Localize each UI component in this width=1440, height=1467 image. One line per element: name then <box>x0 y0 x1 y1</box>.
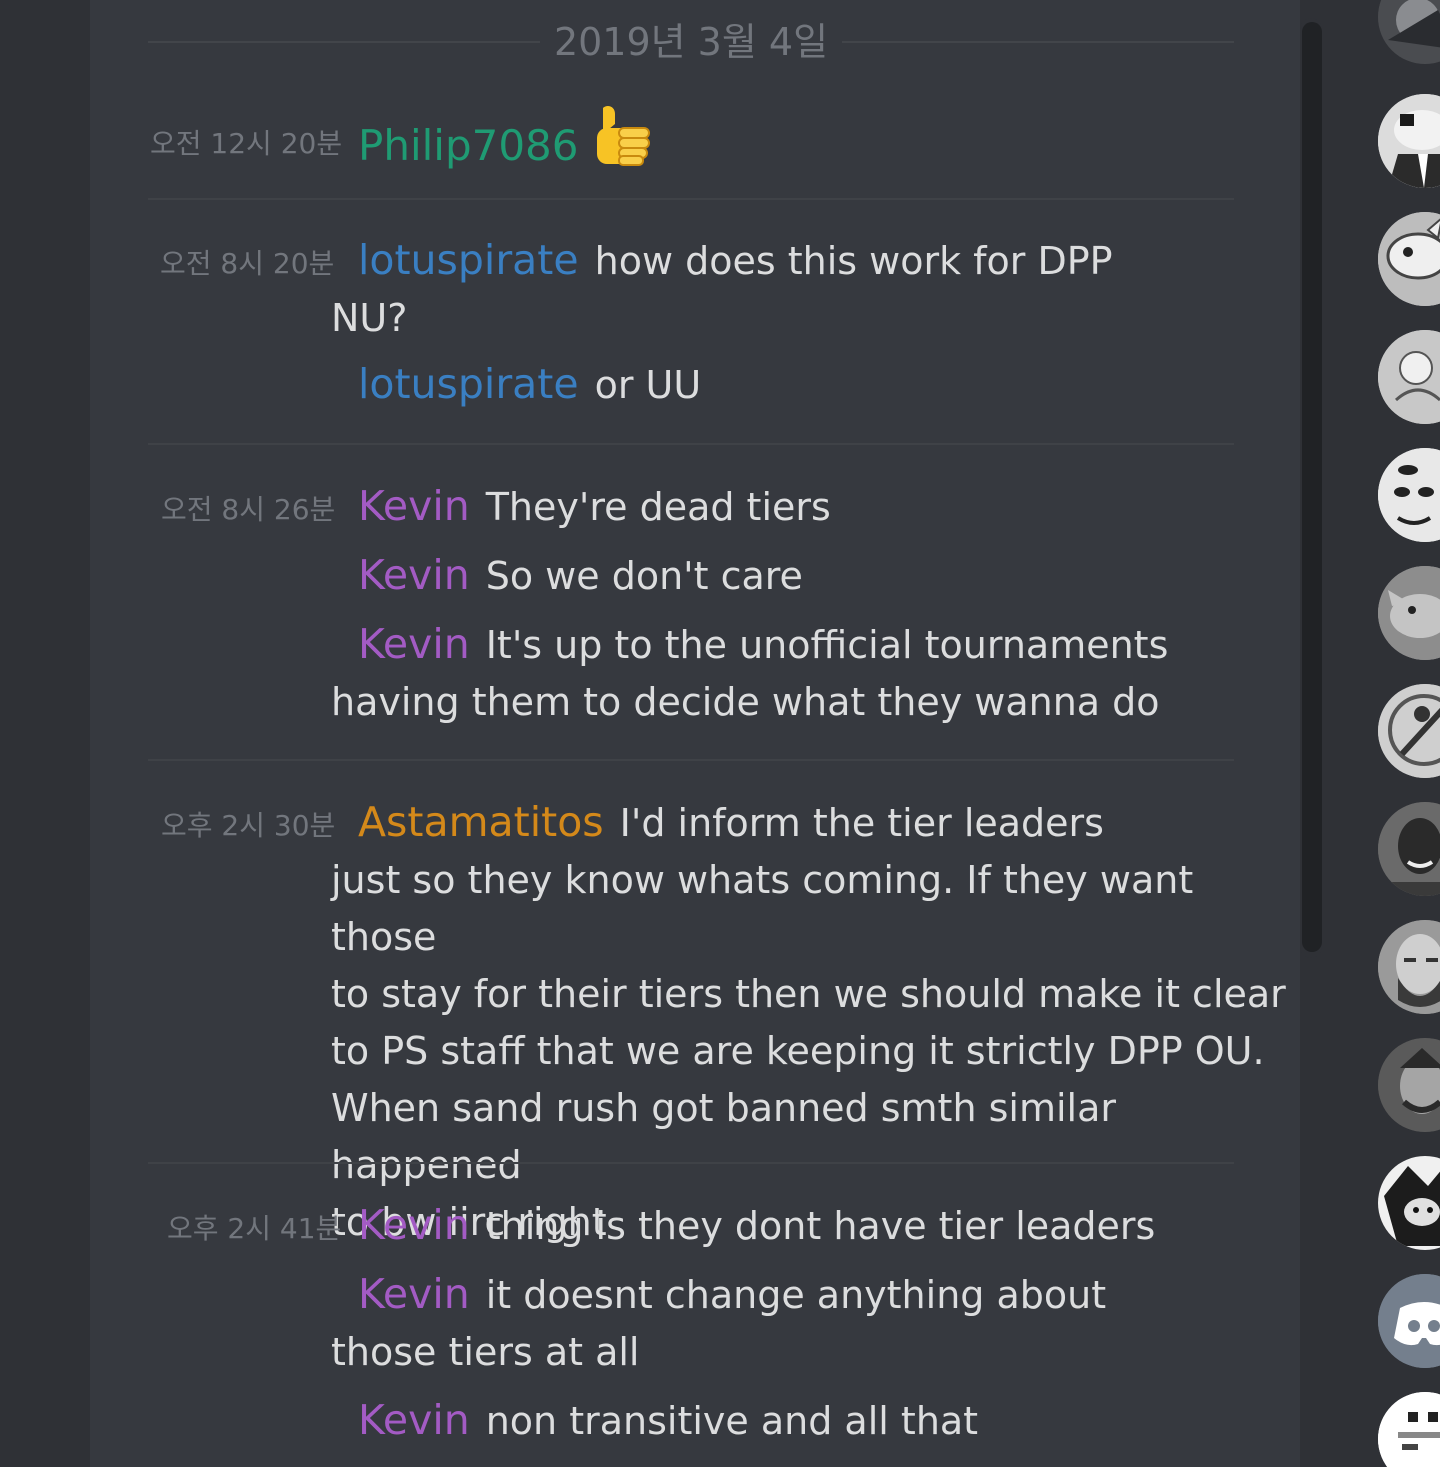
message-row: Kevin They're dead tiers <box>331 478 1271 536</box>
divider-line-right <box>842 41 1234 43</box>
date-label: 2019년 3월 4일 <box>553 20 829 64</box>
author-name[interactable]: Kevin <box>358 1270 470 1318</box>
message-row: Kevin thing is they dont have tier leader… <box>331 1197 1271 1255</box>
author-name[interactable]: lotuspirate <box>358 236 579 284</box>
thumbs-up-icon <box>593 102 653 189</box>
message-row: Astamatitos I'd inform the tier leaders j… <box>331 794 1291 1251</box>
message-text: how does this work for DPP <box>594 239 1113 283</box>
author-name[interactable]: Kevin <box>358 1201 470 1249</box>
message-row: lotuspirate or UU <box>331 356 1271 414</box>
message-text: So we don't care <box>485 554 803 598</box>
message-timestamp: 오전 8시 20분 <box>160 247 335 280</box>
message-group-separator <box>148 759 1234 761</box>
author-name[interactable]: Philip7086 <box>358 121 579 170</box>
date-divider: 2019년 3월 4일 <box>148 14 1234 70</box>
message-group-separator <box>148 443 1234 445</box>
message-group-separator <box>148 1162 1234 1164</box>
message-timestamp: 오전 12시 20분 <box>150 127 343 160</box>
message-text: non transitive and all that <box>485 1399 979 1443</box>
message-text-continued: When sand rush got banned smth similar h… <box>331 1086 1117 1187</box>
app-window: 2019년 3월 4일 오전 12시 20분 Philip7086 오전 8시 … <box>0 0 1440 1467</box>
message-text: I'd inform the tier leaders <box>619 801 1104 845</box>
message-row: Kevin So we don't care <box>331 547 1271 605</box>
message-text-continued: having them to decide what they wanna do <box>331 680 1160 724</box>
message-row: Philip7086 <box>358 106 1298 193</box>
author-name[interactable]: Kevin <box>358 1396 470 1444</box>
message-text-continued: just so they know whats coming. If they … <box>331 858 1194 959</box>
author-name[interactable]: Kevin <box>358 482 470 530</box>
message-text: They're dead tiers <box>485 485 831 529</box>
message-row: Kevin It's up to the unofficial tournamen… <box>331 616 1271 731</box>
message-timestamp: 오후 2시 30분 <box>161 809 336 842</box>
message-text: It's up to the unofficial tournaments <box>485 623 1169 667</box>
message-row: Kevin non transitive and all that <box>331 1392 1271 1450</box>
message-text-continued: those tiers at all <box>331 1330 640 1374</box>
message-row: lotuspirate how does this work for DPP NU… <box>331 232 1271 347</box>
message-text-continued: NU? <box>331 296 408 340</box>
message-timestamp: 오후 2시 41분 <box>167 1212 342 1245</box>
message-row: Kevin it doesnt change anything about tho… <box>331 1266 1271 1381</box>
message-text: thing is they dont have tier leaders <box>485 1204 1156 1248</box>
divider-line-left <box>148 41 540 43</box>
message-text: it doesnt change anything about <box>485 1273 1107 1317</box>
left-rail <box>0 0 90 1467</box>
message-text-continued: to stay for their tiers then we should m… <box>331 972 1286 1016</box>
message-group-separator <box>148 198 1234 200</box>
message-timestamp: 오전 8시 26분 <box>161 493 336 526</box>
author-name[interactable]: lotuspirate <box>358 360 579 408</box>
author-name[interactable]: Kevin <box>358 620 470 668</box>
chat-pane: 2019년 3월 4일 오전 12시 20분 Philip7086 오전 8시 … <box>90 0 1300 1467</box>
message-text: or UU <box>594 363 702 407</box>
author-name[interactable]: Kevin <box>358 551 470 599</box>
scrollbar-thumb[interactable] <box>1302 22 1322 952</box>
message-text-continued: to PS staff that we are keeping it stric… <box>331 1029 1265 1073</box>
author-name[interactable]: Astamatitos <box>358 798 604 846</box>
